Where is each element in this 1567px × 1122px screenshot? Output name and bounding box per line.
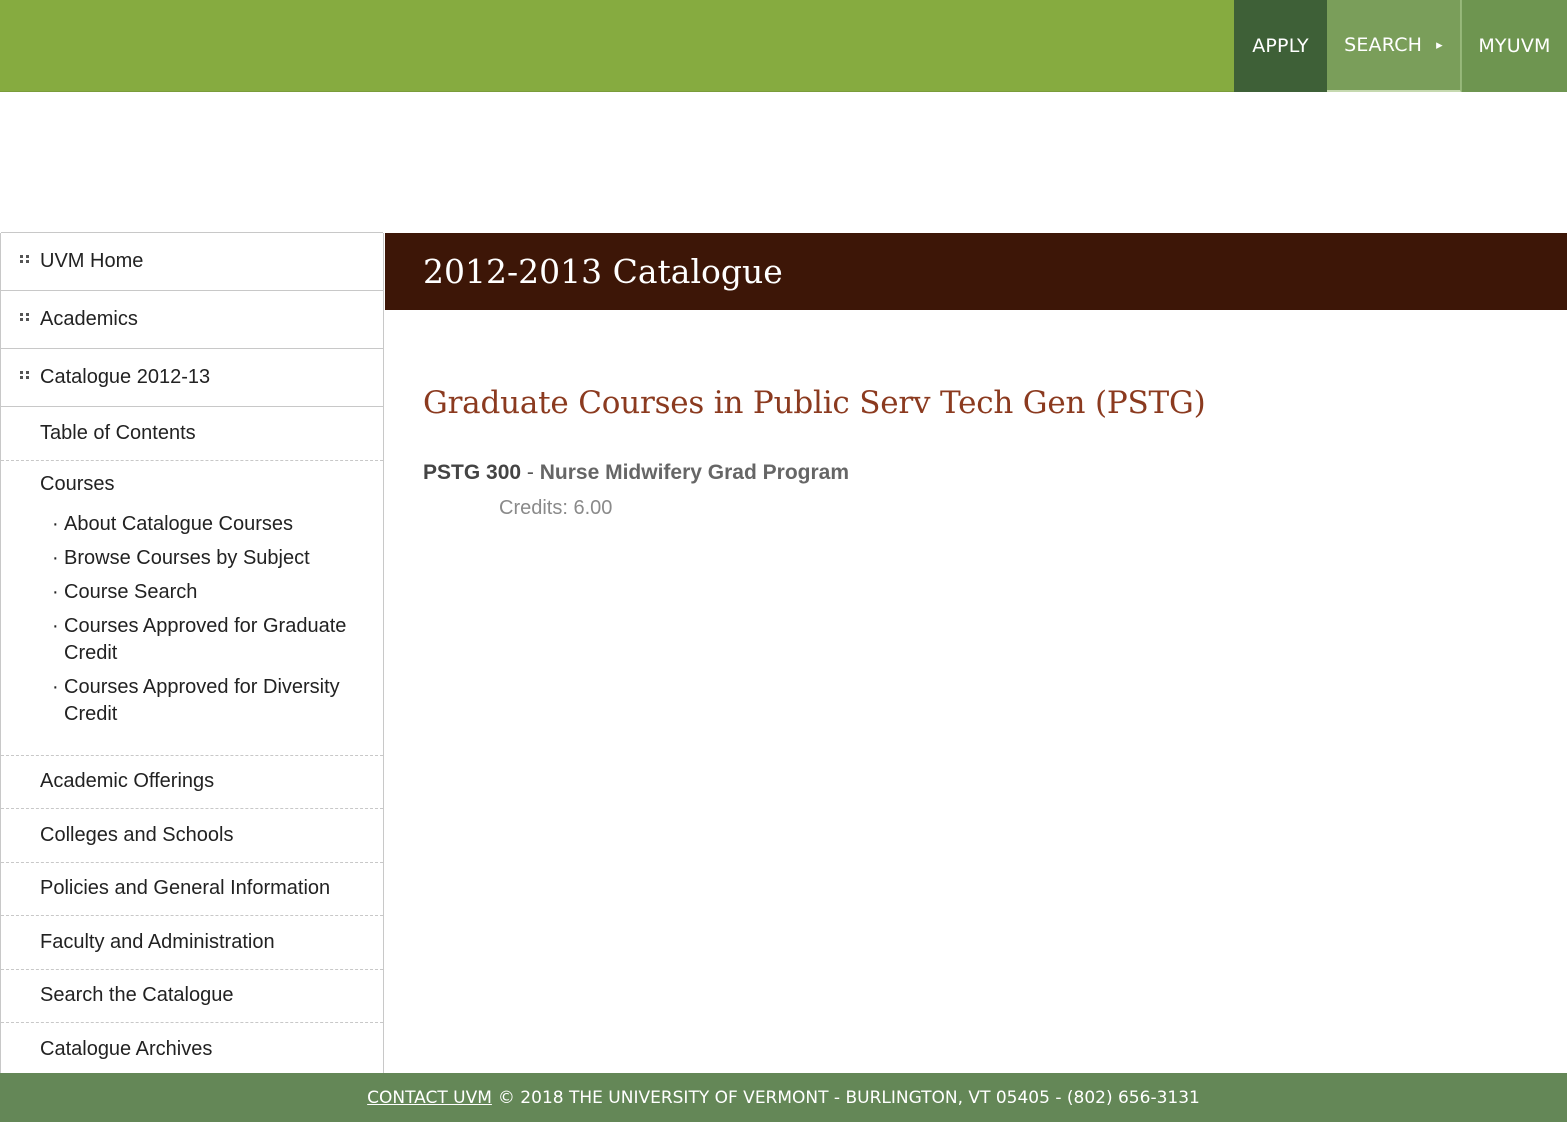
course-code: PSTG 300 bbox=[423, 461, 522, 484]
sidebar-item-label: Academics bbox=[40, 308, 138, 330]
sidebar-item-label: Colleges and Schools bbox=[40, 823, 234, 846]
apply-label: APPLY bbox=[1252, 35, 1309, 57]
top-nav: APPLY SEARCH ▸ MYUVM bbox=[1234, 0, 1567, 92]
sidebar-item-academics[interactable]: Academics bbox=[1, 290, 383, 349]
apply-link[interactable]: APPLY bbox=[1234, 0, 1327, 92]
sidebar-nav: UVM Home Academics Catalogue 2012-13 Tab… bbox=[0, 232, 384, 1073]
sidebar-item-label: Policies and General Information bbox=[40, 877, 331, 900]
sidebar-subitem-graduate-credit[interactable]: Courses Approved for Graduate Credit bbox=[52, 613, 362, 667]
sidebar-item-policies[interactable]: Policies and General Information bbox=[1, 863, 383, 916]
sidebar-item-search-catalogue[interactable]: Search the Catalogue bbox=[1, 970, 383, 1023]
sidebar-item-label: Table of Contents bbox=[40, 421, 196, 444]
site-footer: CONTACT UVM © 2018 THE UNIVERSITY OF VER… bbox=[0, 1073, 1567, 1122]
course-entry: PSTG 300 - Nurse Midwifery Grad Program bbox=[423, 461, 1523, 485]
sidebar-subitem-browse-courses[interactable]: Browse Courses by Subject bbox=[52, 545, 362, 572]
sidebar-item-faculty[interactable]: Faculty and Administration bbox=[1, 916, 383, 970]
sidebar-item-colleges[interactable]: Colleges and Schools bbox=[1, 809, 383, 863]
sidebar-item-label: UVM Home bbox=[40, 250, 144, 272]
sidebar-section-courses: Courses About Catalogue Courses Browse C… bbox=[1, 461, 383, 756]
search-toggle[interactable]: SEARCH ▸ bbox=[1327, 0, 1461, 92]
sidebar-subitem-diversity-credit[interactable]: Courses Approved for Diversity Credit bbox=[52, 674, 362, 728]
sidebar-item-courses[interactable]: Courses bbox=[40, 473, 383, 496]
sidebar-item-uvm-home[interactable]: UVM Home bbox=[1, 232, 383, 291]
sidebar-item-academic-offerings[interactable]: Academic Offerings bbox=[1, 756, 383, 809]
sidebar-item-label: Academic Offerings bbox=[40, 770, 215, 793]
sidebar-item-catalogue[interactable]: Catalogue 2012-13 bbox=[1, 348, 383, 407]
page-title: 2012-2013 Catalogue bbox=[423, 252, 783, 291]
myuvm-link[interactable]: MYUVM bbox=[1461, 0, 1567, 92]
footer-text: © 2018 THE UNIVERSITY OF VERMONT - BURLI… bbox=[497, 1087, 1200, 1108]
catalogue-title-band: 2012-2013 Catalogue bbox=[385, 233, 1567, 310]
grip-dots-icon bbox=[19, 312, 33, 322]
myuvm-label: MYUVM bbox=[1478, 35, 1551, 57]
course-title: Nurse Midwifery Grad Program bbox=[539, 461, 849, 484]
sidebar-item-archives[interactable]: Catalogue Archives bbox=[1, 1023, 383, 1077]
sidebar-item-label: Search the Catalogue bbox=[40, 984, 234, 1007]
sidebar-item-label: Faculty and Administration bbox=[40, 930, 275, 953]
section-heading: Graduate Courses in Public Serv Tech Gen… bbox=[423, 385, 1206, 421]
sidebar-subitem-course-search[interactable]: Course Search bbox=[52, 579, 362, 606]
contact-uvm-link[interactable]: CONTACT UVM bbox=[367, 1088, 492, 1108]
caret-right-icon: ▸ bbox=[1436, 37, 1443, 53]
main-content: Graduate Courses in Public Serv Tech Gen… bbox=[423, 385, 1523, 520]
sidebar-item-table-of-contents[interactable]: Table of Contents bbox=[1, 407, 383, 461]
course-credits: Credits: 6.00 bbox=[499, 497, 613, 519]
course-separator: - bbox=[526, 461, 534, 484]
sidebar-item-label: Catalogue 2012-13 bbox=[40, 366, 211, 388]
sidebar-item-label: Catalogue Archives bbox=[40, 1038, 213, 1061]
grip-dots-icon bbox=[19, 254, 33, 264]
sidebar-subitem-about-courses[interactable]: About Catalogue Courses bbox=[52, 511, 362, 538]
grip-dots-icon bbox=[19, 370, 33, 380]
search-label: SEARCH bbox=[1344, 34, 1423, 56]
top-banner: APPLY SEARCH ▸ MYUVM bbox=[0, 0, 1567, 92]
